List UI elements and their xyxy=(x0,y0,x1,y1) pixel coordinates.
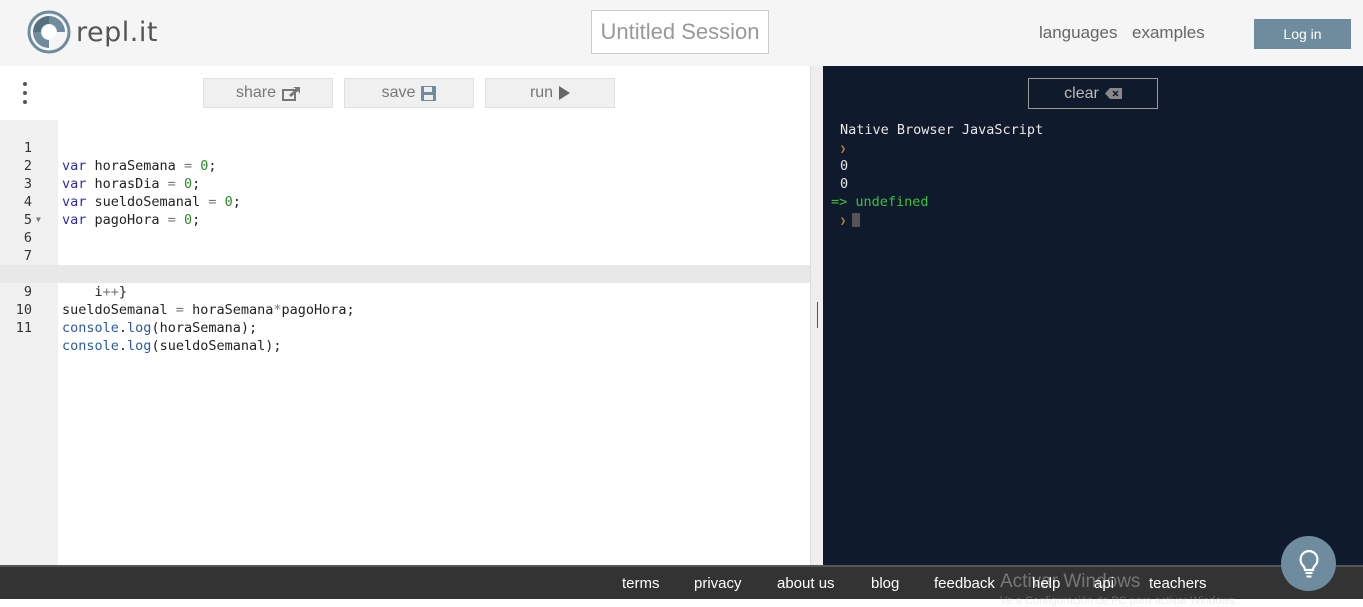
prompt-chevron-icon: ❯ xyxy=(840,144,847,155)
console-output: 0 xyxy=(840,158,849,174)
windows-activation-watermark: Activar Windows xyxy=(1000,571,1141,592)
code-line[interactable]: 8 i++} xyxy=(0,247,810,300)
console-result: => undefined xyxy=(831,194,929,210)
run-label: run xyxy=(529,84,554,101)
backspace-icon xyxy=(1104,88,1122,99)
footer-bar: terms privacy about us blog feedback Act… xyxy=(0,565,1363,607)
play-icon xyxy=(559,86,571,100)
save-label: save xyxy=(381,84,416,101)
more-menu-icon[interactable] xyxy=(19,82,31,104)
session-title-box[interactable] xyxy=(591,10,769,54)
logo-text[interactable]: repl.it xyxy=(76,17,158,48)
lightbulb-icon xyxy=(1298,549,1319,577)
clear-label: clear xyxy=(1064,84,1099,102)
fold-arrow-icon[interactable]: ▼ xyxy=(36,211,41,229)
floppy-disk-icon xyxy=(421,85,437,101)
windows-activation-subtext: Ve a Configuración de PC para activar Wi… xyxy=(1000,595,1238,607)
editor-toolbar: share save run xyxy=(0,66,810,120)
footer-link-about-us[interactable]: about us xyxy=(777,575,835,592)
line-number: 11 xyxy=(15,320,32,336)
code-text: console.log(horaSemana); xyxy=(62,320,258,336)
console-prompt: ❯ xyxy=(840,139,846,157)
nav-languages[interactable]: languages xyxy=(1039,23,1117,43)
code-text: console.log(sueldoSemanal); xyxy=(62,338,282,354)
code-line[interactable]: 6 ▼ for (i=1; i<=6; i++){ xyxy=(0,211,810,282)
footer-link-api[interactable]: api xyxy=(1094,575,1114,592)
share-icon xyxy=(282,86,301,101)
clear-button[interactable]: clear xyxy=(1028,78,1158,109)
replit-logo-icon[interactable] xyxy=(27,10,71,54)
text-cursor xyxy=(852,213,861,227)
footer-link-terms[interactable]: terms xyxy=(622,575,660,592)
console-header: Native Browser JavaScript xyxy=(840,122,1044,138)
console-output: 0 xyxy=(840,176,849,192)
footer-link-help[interactable]: help xyxy=(1032,575,1060,592)
code-line[interactable]: 2 var horasDia = 0; xyxy=(0,139,810,192)
prompt-chevron-icon: ❯ xyxy=(840,216,847,227)
code-line[interactable]: 5 xyxy=(0,193,810,228)
code-area[interactable]: 1 var horaSemana = 0; 2 var horasDia = 0… xyxy=(0,121,810,354)
code-line[interactable]: 3 var sueldoSemanal = 0; xyxy=(0,157,810,210)
footer-link-feedback[interactable]: feedback xyxy=(934,575,995,592)
code-line[interactable]: 11 console.log(sueldoSemanal); xyxy=(0,301,810,354)
code-line[interactable]: 7 horaSemana = horaSemana + horasDia; xyxy=(0,229,810,282)
console-panel[interactable]: clear Native Browser JavaScript ❯ 0 0 =>… xyxy=(823,66,1363,565)
code-line-active[interactable]: 9 sueldoSemanal = horaSemana*pagoHora; xyxy=(0,265,810,318)
login-button[interactable]: Log in xyxy=(1254,19,1351,49)
save-button[interactable]: save xyxy=(344,78,474,108)
pane-splitter[interactable] xyxy=(810,66,823,565)
help-bulb-button[interactable] xyxy=(1281,536,1336,591)
code-editor-panel: share save run 1 var horaSemana = 0; 2 v… xyxy=(0,66,810,565)
splitter-handle[interactable] xyxy=(817,302,818,328)
footer-link-teachers[interactable]: teachers xyxy=(1149,575,1207,592)
nav-examples[interactable]: examples xyxy=(1132,23,1205,43)
code-line[interactable]: 4 var pagoHora = 0; xyxy=(0,175,810,228)
run-button[interactable]: run xyxy=(485,78,615,108)
code-line[interactable]: 10 console.log(horaSemana); xyxy=(0,283,810,336)
footer-link-blog[interactable]: blog xyxy=(871,575,899,592)
top-header: repl.it languages examples Log in xyxy=(0,0,1363,66)
share-button[interactable]: share xyxy=(203,78,333,108)
console-input-line[interactable]: ❯ xyxy=(840,211,861,229)
footer-link-privacy[interactable]: privacy xyxy=(694,575,742,592)
code-line[interactable]: 1 var horaSemana = 0; xyxy=(0,121,810,174)
session-title-input[interactable] xyxy=(592,19,768,45)
share-label: share xyxy=(235,84,277,101)
